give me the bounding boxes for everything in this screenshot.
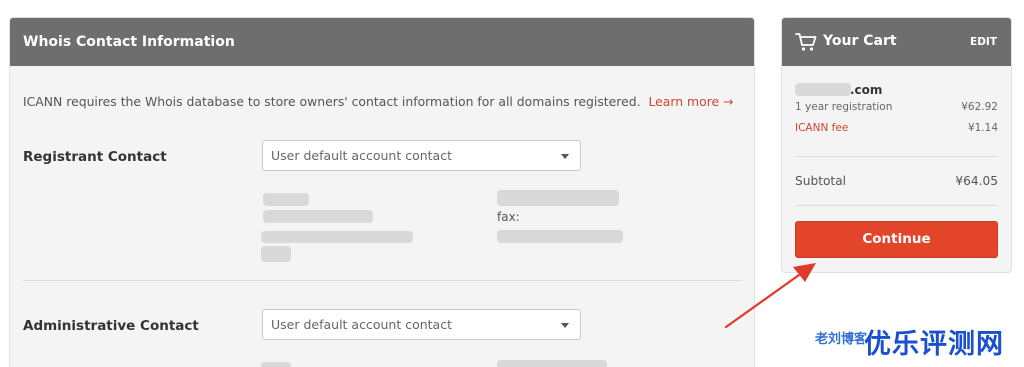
annotation-arrow xyxy=(724,263,816,329)
icann-fee-price: ¥1.14 xyxy=(967,122,998,134)
cart-registration-row: 1 year registration ¥62.92 xyxy=(795,101,998,113)
chevron-down-icon xyxy=(561,154,569,159)
watermark-big: 优乐评测网 xyxy=(864,329,1004,360)
registrant-contact-select[interactable]: User default account contact xyxy=(262,140,581,171)
redacted-contact-detail xyxy=(261,231,413,243)
whois-intro-text: ICANN requires the Whois database to sto… xyxy=(23,94,641,109)
redacted-contact-detail xyxy=(263,210,373,223)
cart-divider xyxy=(795,156,998,157)
shopping-cart-icon xyxy=(795,33,817,51)
whois-contact-panel: Whois Contact Information ICANN requires… xyxy=(9,17,755,367)
administrative-contact-select[interactable]: User default account contact xyxy=(262,309,581,340)
learn-more-link[interactable]: Learn more → xyxy=(648,94,733,109)
cart-edit-link[interactable]: EDIT xyxy=(970,36,997,48)
cart-header: Your Cart EDIT xyxy=(782,18,1011,66)
icann-fee-label: ICANN fee xyxy=(795,122,849,134)
registration-price: ¥62.92 xyxy=(961,101,998,113)
subtotal-label: Subtotal xyxy=(795,174,847,188)
cart-fee-row: ICANN fee ¥1.14 xyxy=(795,122,998,134)
registrant-contact-label: Registrant Contact xyxy=(23,149,167,165)
redacted-contact-detail xyxy=(263,193,309,206)
administrative-contact-label: Administrative Contact xyxy=(23,318,199,334)
redacted-contact-detail xyxy=(261,246,291,262)
cart-divider xyxy=(795,205,998,206)
whois-panel-header: Whois Contact Information xyxy=(10,18,754,66)
redacted-contact-detail xyxy=(497,190,619,206)
watermark-small: 老刘博客 xyxy=(815,332,868,347)
administrative-select-value: User default account contact xyxy=(271,317,452,332)
continue-button[interactable]: Continue xyxy=(795,221,998,258)
redacted-contact-detail xyxy=(497,230,623,243)
redacted-contact-detail xyxy=(497,360,607,367)
cart-title: Your Cart xyxy=(823,33,897,49)
fax-label: fax: xyxy=(497,210,520,224)
cart-subtotal-row: Subtotal ¥64.05 xyxy=(795,174,998,188)
registration-label: 1 year registration xyxy=(795,101,893,113)
cart-panel: Your Cart EDIT .com 1 year registration … xyxy=(781,17,1012,273)
redacted-contact-detail xyxy=(261,362,291,367)
redacted-domain-name xyxy=(795,83,851,96)
section-divider xyxy=(23,280,742,281)
subtotal-price: ¥64.05 xyxy=(955,174,998,188)
whois-intro: ICANN requires the Whois database to sto… xyxy=(23,94,733,109)
cart-domain-suffix: .com xyxy=(850,83,883,97)
registrant-select-value: User default account contact xyxy=(271,148,452,163)
chevron-down-icon xyxy=(561,323,569,328)
